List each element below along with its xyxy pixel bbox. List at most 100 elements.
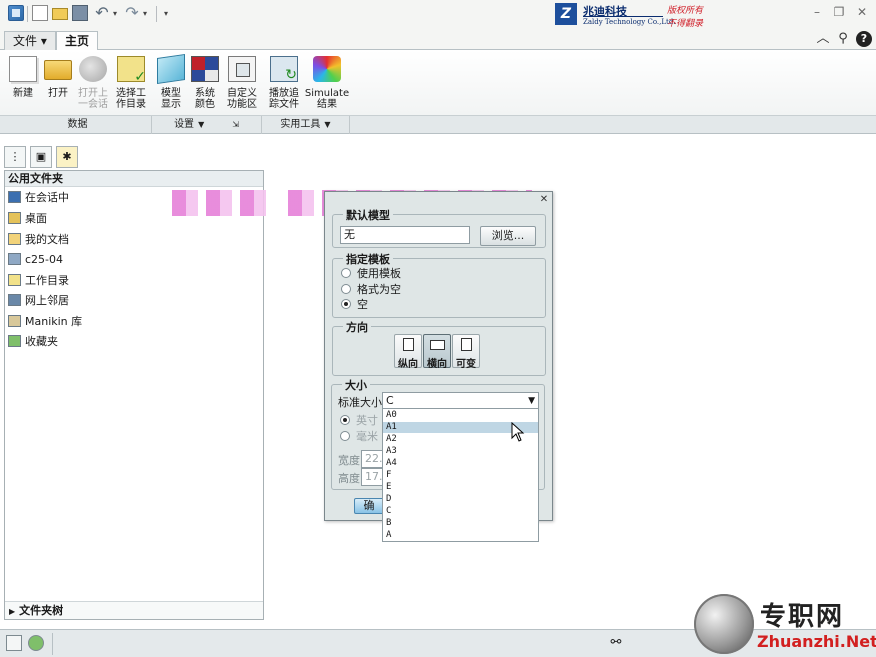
collapse-ribbon-icon[interactable]: ︿ [815,31,831,47]
radio-label: 空 [357,298,368,311]
system-colors-button[interactable]: 系统 颜色 [188,52,222,116]
width-input[interactable]: 22.0 [361,450,383,468]
size-option-f[interactable]: F [383,470,538,481]
open-icon[interactable] [52,8,68,20]
new-button[interactable]: 新建 [4,52,42,116]
browse-button[interactable]: 浏览... [480,226,536,246]
size-option-c[interactable]: C [383,506,538,517]
navigator-toggle-icon[interactable] [6,635,22,651]
folder-browser-tab-icon[interactable]: ▣ [30,146,52,168]
undo-dropdown-icon[interactable]: ▾ [113,9,117,18]
nav-item-network[interactable]: 网上邻居 [8,292,69,310]
customize-toolbar-icon[interactable]: ▾ [164,9,168,18]
restore-icon[interactable]: ❐ [832,6,846,20]
play-trail-file-label: 播放追 踪文件 [269,88,299,110]
open-last-session-button[interactable]: 打开上 一会话 [74,52,112,116]
favorites-icon [8,335,21,347]
ribbon-commands: 新建 打开 打开上 一会话 选择工 作目录 模型 显示 系统 颜色 自定义 功能… [0,50,876,116]
radio-button[interactable] [341,268,351,278]
standard-size-label: 标准大小 [338,396,382,409]
ok-button[interactable]: 确 [354,498,384,514]
nav-item-desktop[interactable]: 桌面 [8,210,47,228]
group-settings[interactable]: 设置 ▼ ⇲ [152,116,262,134]
template-option-empty[interactable]: 空 [341,298,368,312]
folder-tree-toggle[interactable]: ▶ 文件夹树 [5,601,263,619]
nav-item-favorites[interactable]: 收藏夹 [8,333,58,351]
unit-option-inch[interactable]: 英寸 [340,414,378,428]
default-model-input[interactable]: 无 [340,226,470,244]
height-input[interactable]: 17.0 [361,468,383,486]
nav-item-in-session[interactable]: 在会话中 [8,189,69,207]
radio-button[interactable] [340,431,350,441]
system-colors-label: 系统 颜色 [195,88,215,110]
tab-home[interactable]: 主页 [56,31,99,51]
unit-option-millimeter[interactable]: 毫米 [340,430,378,444]
template-option-empty-with-format[interactable]: 格式为空 [341,283,401,297]
undo-icon[interactable]: ↶ [94,5,110,21]
radio-button-selected[interactable] [341,299,351,309]
navigator-tabs: ⋮ ▣ ✱ [4,146,84,170]
help-icon[interactable]: ? [856,31,872,47]
search-icon[interactable]: ⚲ [835,31,851,47]
orientation-variable-button[interactable]: 可变 [452,334,480,370]
browser-toggle-icon[interactable] [28,635,44,651]
simulate-results-button[interactable]: Simulate 结果 [304,52,350,116]
session-icon [8,191,21,203]
find-icon[interactable]: ⚯ [608,635,624,651]
new-label: 新建 [13,88,33,99]
nav-item-label: 桌面 [25,212,47,225]
chevron-down-icon[interactable]: ▼ [528,393,535,409]
mouse-cursor-icon [511,422,525,442]
group-utilities-label: 实用工具 [280,119,321,130]
model-display-button[interactable]: 模型 显示 [154,52,188,116]
nav-item-manikin-library[interactable]: Manikin 库 [8,313,82,331]
tab-file[interactable]: 文件 ▾ [4,31,56,50]
size-option-b[interactable]: B [383,518,538,529]
redo-dropdown-icon[interactable]: ▾ [143,9,147,18]
radio-button[interactable] [341,284,351,294]
size-option-a4[interactable]: A4 [383,458,538,469]
system-color-icon [191,56,219,82]
size-option-a0[interactable]: A0 [383,410,538,421]
size-option-d[interactable]: D [383,494,538,505]
nav-item-working-directory[interactable]: 工作目录 [8,272,69,290]
radio-button-selected[interactable] [340,415,350,425]
new-icon[interactable] [32,5,48,21]
size-option-a[interactable]: A [383,530,538,541]
minimize-icon[interactable]: – [810,6,824,20]
redo-icon[interactable]: ↷ [124,5,140,21]
size-legend: 大小 [342,377,370,393]
save-icon[interactable] [72,5,88,21]
nav-item-my-documents[interactable]: 我的文档 [8,231,69,249]
chevron-down-icon[interactable]: ▼ [198,120,204,129]
close-icon[interactable]: ✕ [855,6,869,20]
orientation-portrait-button[interactable]: 纵向 [394,334,422,370]
favorites-tab-icon[interactable]: ✱ [56,146,78,168]
separator [27,6,28,22]
template-option-use-template[interactable]: 使用模板 [341,267,401,281]
separator [52,633,53,655]
template-legend: 指定模板 [343,251,393,267]
select-working-directory-button[interactable]: 选择工 作目录 [112,52,150,116]
nav-item-computer[interactable]: c25-04 [8,251,63,269]
new-document-icon [9,56,37,82]
nav-item-label: 工作目录 [25,274,69,287]
play-trail-file-button[interactable]: 播放追 踪文件 [264,52,304,116]
nav-item-label: Manikin 库 [25,315,83,328]
variable-page-icon [461,338,472,351]
size-option-a3[interactable]: A3 [383,446,538,457]
dialog-launcher-icon[interactable]: ⇲ [232,120,239,129]
model-tree-tab-icon[interactable]: ⋮ [4,146,26,168]
open-button[interactable]: 打开 [40,52,76,116]
network-icon [8,294,21,306]
folder-tree-label: 文件夹树 [19,604,64,617]
brand-logo: Z [555,3,577,25]
chevron-down-icon[interactable]: ▼ [324,120,330,129]
orientation-landscape-button[interactable]: 横向 [423,334,451,370]
group-utilities[interactable]: 实用工具 ▼ [262,116,350,134]
app-icon[interactable] [8,5,24,21]
close-icon[interactable]: ✕ [538,194,550,206]
customize-ribbon-button[interactable]: 自定义 功能区 [222,52,262,116]
standard-size-select[interactable]: C ▼ [382,392,539,409]
size-option-e[interactable]: E [383,482,538,493]
